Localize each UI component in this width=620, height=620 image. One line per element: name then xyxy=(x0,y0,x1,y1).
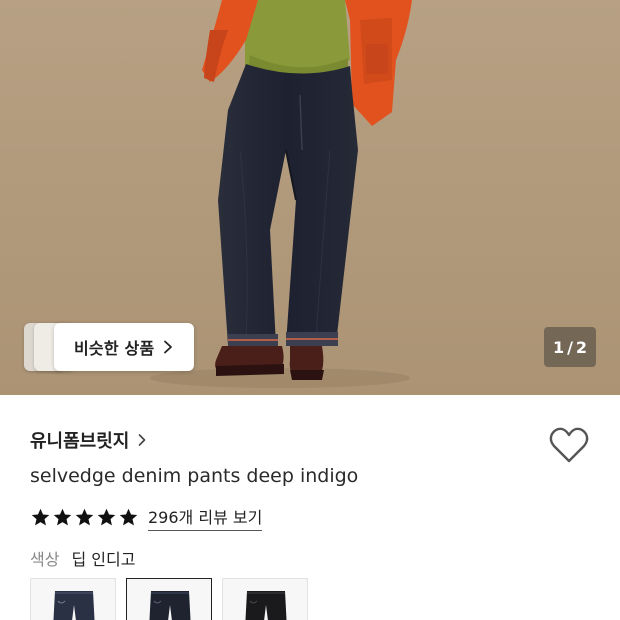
reviews-link[interactable]: 296개 리뷰 보기 xyxy=(148,504,263,531)
color-swatches xyxy=(30,578,308,620)
heart-icon[interactable] xyxy=(548,426,590,464)
similar-products-widget[interactable]: 비슷한 상품 xyxy=(24,323,194,371)
star-icon xyxy=(119,508,138,526)
page-total: 2 xyxy=(575,337,588,357)
brand-link[interactable]: 유니폼브릿지 xyxy=(30,427,147,453)
similar-products-button[interactable]: 비슷한 상품 xyxy=(54,323,194,371)
chevron-right-icon xyxy=(164,340,173,354)
image-page-indicator: 1 / 2 xyxy=(544,327,596,367)
color-swatch-deep-indigo[interactable] xyxy=(126,578,212,620)
jeans-icon xyxy=(127,579,211,620)
star-icon xyxy=(75,508,94,526)
chevron-right-icon xyxy=(139,434,146,446)
rating-row: 296개 리뷰 보기 xyxy=(30,504,263,531)
product-title: selvedge denim pants deep indigo xyxy=(30,465,359,487)
color-label: 색상 xyxy=(30,550,60,569)
star-icon xyxy=(53,508,72,526)
color-swatch-dark-indigo[interactable] xyxy=(30,578,116,620)
color-option-row: 색상 딥 인디고 xyxy=(30,546,135,570)
star-icon xyxy=(31,508,50,526)
star-icon xyxy=(97,508,116,526)
page-current: 1 xyxy=(552,337,565,357)
jeans-icon xyxy=(31,579,115,620)
color-value: 딥 인디고 xyxy=(71,550,136,569)
similar-products-label: 비슷한 상품 xyxy=(74,339,155,358)
jeans-icon xyxy=(223,579,307,620)
color-swatch-black[interactable] xyxy=(222,578,308,620)
rating-stars xyxy=(30,507,139,528)
brand-name: 유니폼브릿지 xyxy=(30,431,130,452)
page-separator: / xyxy=(567,337,573,357)
product-image-carousel[interactable]: 비슷한 상품 1 / 2 xyxy=(0,0,620,395)
